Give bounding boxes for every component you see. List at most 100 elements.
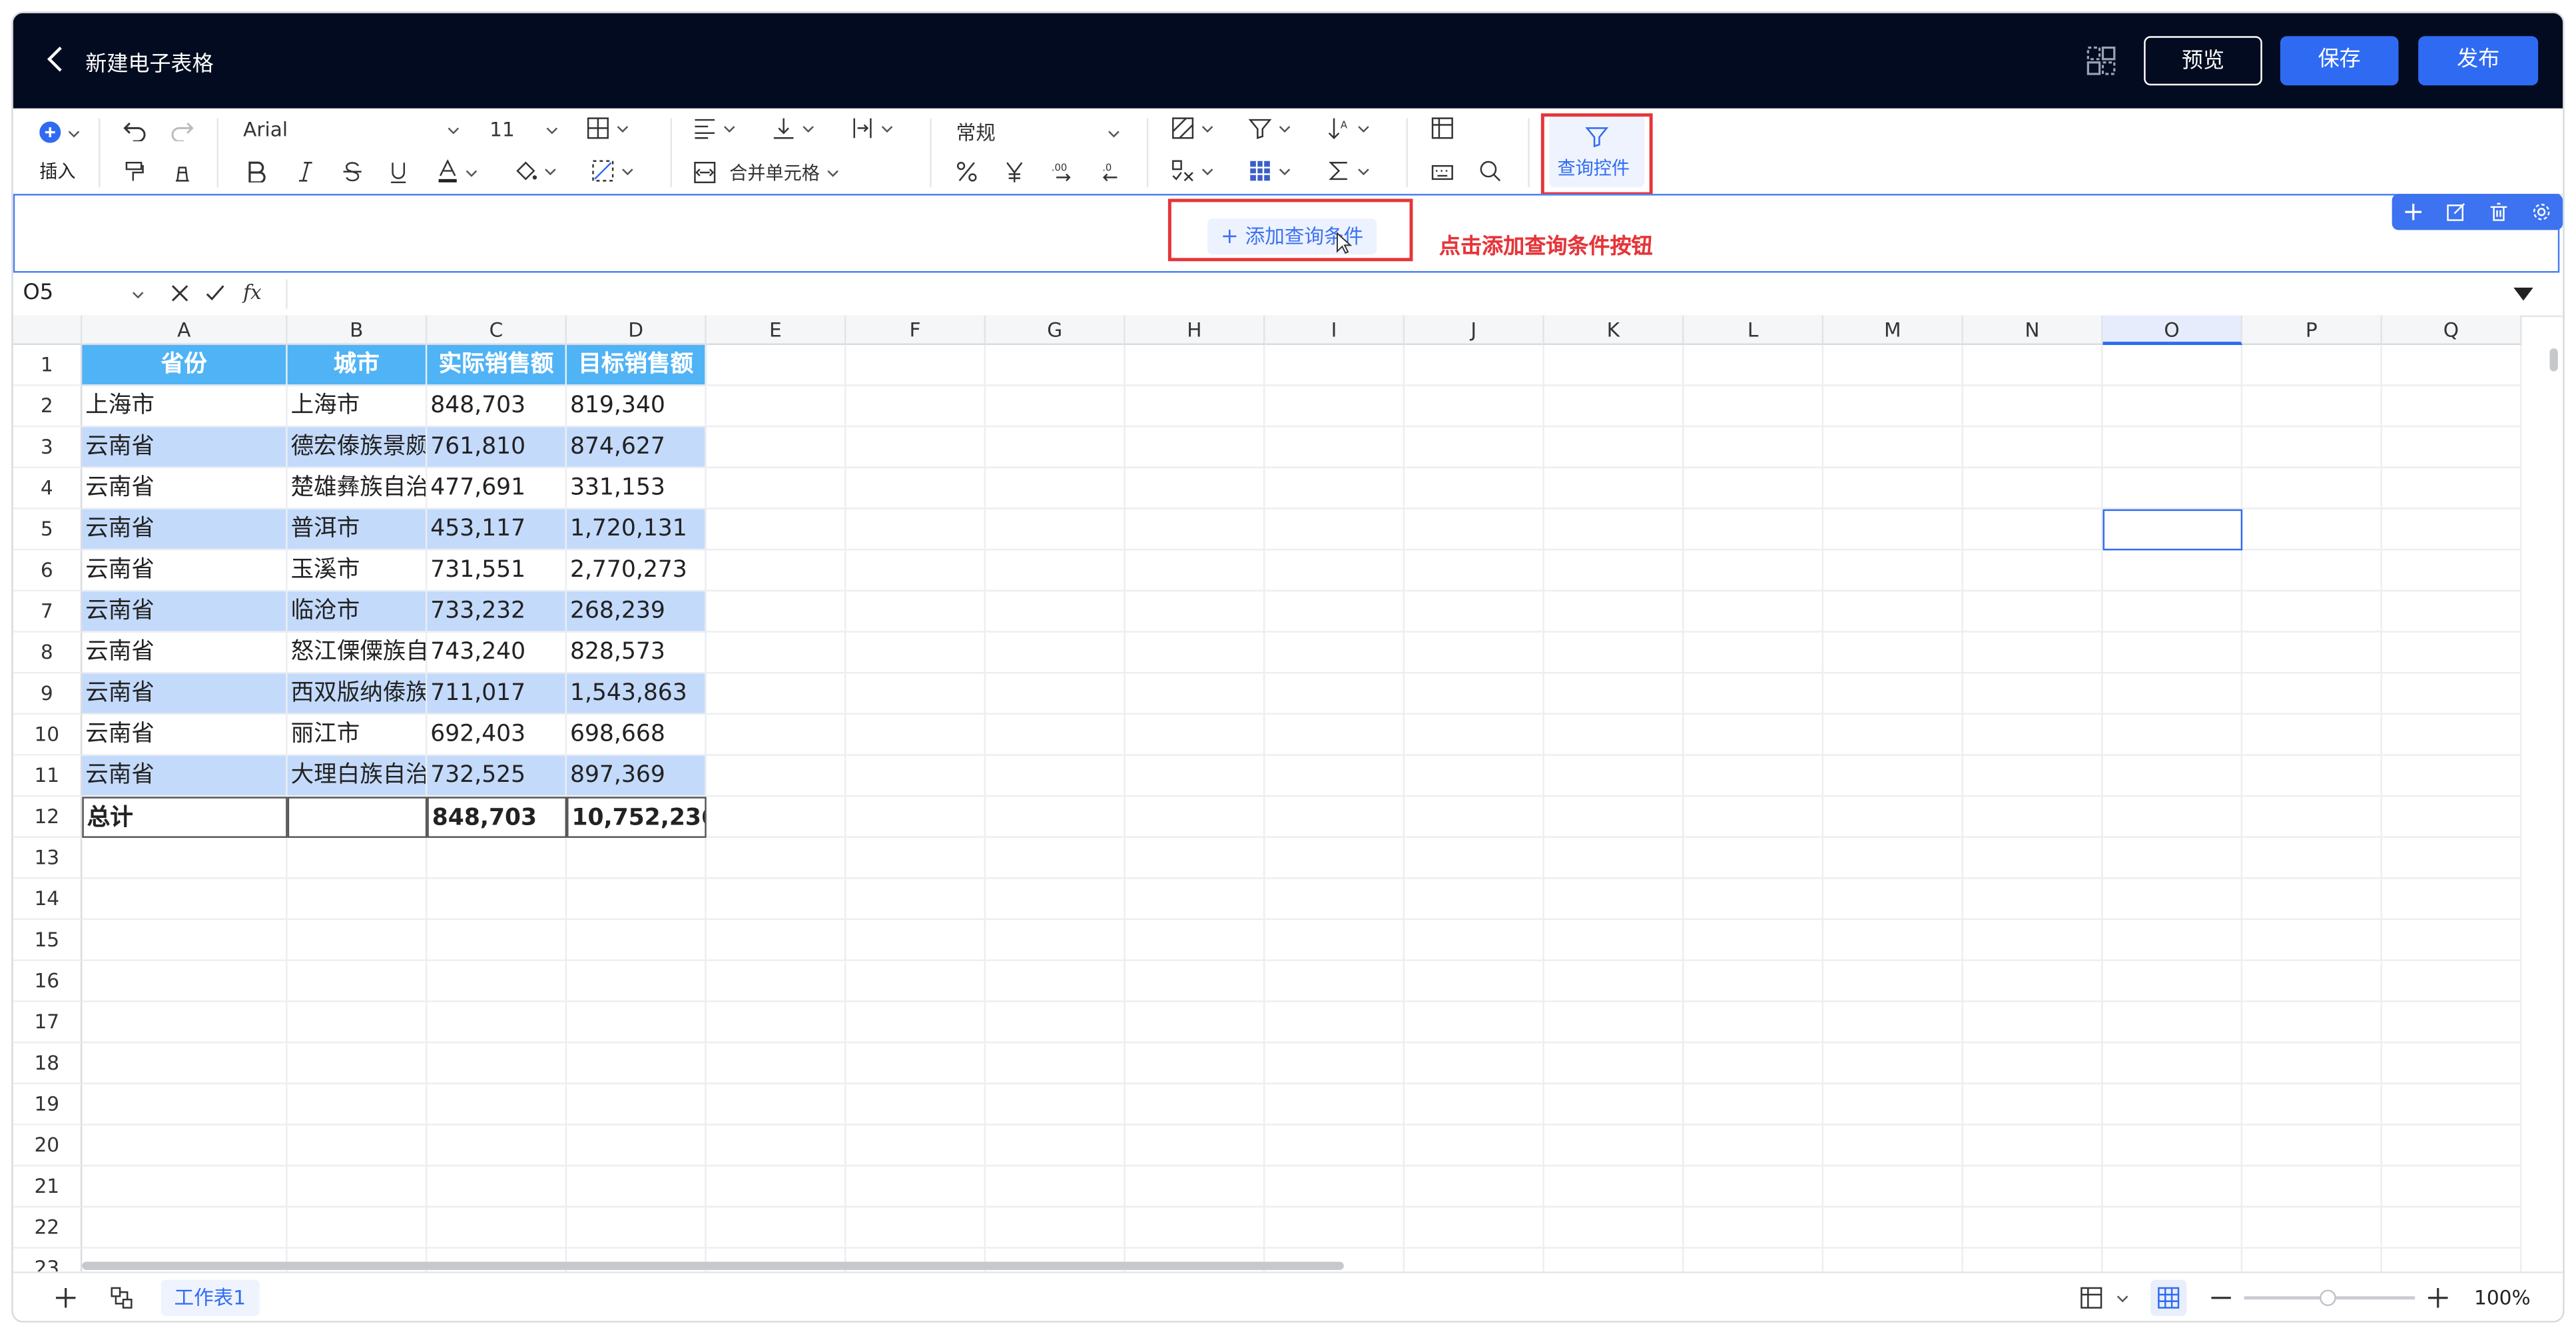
table-cell[interactable]: 698,668 <box>567 715 707 756</box>
grid-cell[interactable] <box>1684 468 1824 509</box>
grid-cell[interactable] <box>2382 1207 2522 1249</box>
grid-cell[interactable] <box>82 1043 288 1085</box>
grid-cell[interactable] <box>846 1084 986 1126</box>
grid-cell[interactable] <box>1125 468 1265 509</box>
grid-cell[interactable] <box>1823 1207 1963 1249</box>
grid-cell[interactable] <box>1684 797 1824 838</box>
keyboard-button[interactable] <box>1431 159 1454 182</box>
grid-cell[interactable] <box>1265 1207 1405 1249</box>
grid-cell[interactable] <box>427 920 567 962</box>
grid-cell[interactable] <box>1823 632 1963 674</box>
grid-cell[interactable] <box>1125 550 1265 592</box>
grid-cell[interactable] <box>1265 427 1405 469</box>
grid-cell[interactable] <box>567 961 707 1002</box>
grid-cell[interactable] <box>986 509 1126 551</box>
grid-cell[interactable] <box>2382 632 2522 674</box>
row-header[interactable]: 1 <box>13 345 83 386</box>
grid-cell[interactable] <box>1125 427 1265 469</box>
grid-cell[interactable] <box>1405 632 1544 674</box>
grid-cell[interactable] <box>1684 550 1824 592</box>
grid-cell[interactable] <box>567 1125 707 1167</box>
grid-cell[interactable] <box>1684 1043 1824 1085</box>
undo-icon[interactable] <box>123 119 147 142</box>
grid-cell[interactable] <box>567 920 707 962</box>
grid-cell[interactable] <box>2242 1084 2382 1126</box>
grid-cell[interactable] <box>706 591 846 633</box>
grid-cell[interactable] <box>2242 386 2382 428</box>
grid-cell[interactable] <box>1684 961 1824 1002</box>
grid-cell[interactable] <box>1125 1084 1265 1126</box>
row-header[interactable]: 4 <box>13 468 83 509</box>
grid-cell[interactable] <box>1684 1084 1824 1126</box>
grid-cell[interactable] <box>82 1002 288 1044</box>
grid-cell[interactable] <box>1125 838 1265 879</box>
grid-cell[interactable] <box>427 838 567 879</box>
grid-cell[interactable] <box>2102 386 2243 428</box>
grid-cell[interactable] <box>1405 509 1544 551</box>
format-painter-icon[interactable] <box>123 161 147 184</box>
grid-cell[interactable] <box>82 838 288 879</box>
grid-cell[interactable] <box>1823 1002 1963 1044</box>
table-cell[interactable]: 大理白族自治州 <box>287 755 428 797</box>
grid-cell[interactable] <box>1684 427 1824 469</box>
grid-cell[interactable] <box>2382 755 2522 797</box>
grid-cell[interactable] <box>427 1166 567 1208</box>
table-cell[interactable]: 普洱市 <box>287 509 428 551</box>
grid-cell[interactable] <box>1265 1166 1405 1208</box>
grid-cell[interactable] <box>2242 920 2382 962</box>
grid-cell[interactable] <box>986 468 1126 509</box>
grid-cell[interactable] <box>986 673 1126 715</box>
total-cell[interactable]: 10,752,236 <box>567 797 707 838</box>
grid-cell[interactable] <box>2102 961 2243 1002</box>
grid-cell[interactable] <box>1823 509 1963 551</box>
grid-cell[interactable] <box>846 386 986 428</box>
grid-cell[interactable] <box>1963 961 2103 1002</box>
grid-cell[interactable] <box>706 1125 846 1167</box>
grid-cell[interactable] <box>2382 1043 2522 1085</box>
grid-cell[interactable] <box>1265 715 1405 756</box>
sheet-tab[interactable]: 工作表1 <box>161 1279 259 1316</box>
grid-cell[interactable] <box>1823 715 1963 756</box>
table-cell[interactable]: 874,627 <box>567 427 707 469</box>
grid-cell[interactable] <box>1684 632 1824 674</box>
grid-cell[interactable] <box>2382 386 2522 428</box>
table-style-button[interactable] <box>1249 159 1291 182</box>
grid-cell[interactable] <box>1823 1248 1963 1272</box>
table-cell[interactable]: 楚雄彝族自治州 <box>287 468 428 509</box>
grid-cell[interactable] <box>567 1084 707 1126</box>
grid-cell[interactable] <box>1544 920 1684 962</box>
grid-cell[interactable] <box>706 920 846 962</box>
grid-cell[interactable] <box>1963 550 2103 592</box>
zoom-slider-handle[interactable] <box>2320 1289 2336 1307</box>
grid-cell[interactable] <box>1684 673 1824 715</box>
grid-cell[interactable] <box>2102 1166 2243 1208</box>
row-header[interactable]: 6 <box>13 550 83 592</box>
grid-cell[interactable] <box>1405 591 1544 633</box>
grid-cell[interactable] <box>1823 1166 1963 1208</box>
chevron-down-icon[interactable] <box>2116 1291 2129 1305</box>
grid-cell[interactable] <box>1544 961 1684 1002</box>
grid-cell[interactable] <box>1125 345 1265 386</box>
grid-cell[interactable] <box>846 345 986 386</box>
grid-cell[interactable] <box>2242 797 2382 838</box>
grid-cell[interactable] <box>82 1207 288 1249</box>
edit-icon[interactable] <box>2446 202 2466 222</box>
back-arrow-icon[interactable] <box>39 43 72 75</box>
freeze-view-icon[interactable] <box>2080 1287 2103 1310</box>
table-cell[interactable]: 云南省 <box>82 509 288 551</box>
grid-cell[interactable] <box>1405 878 1544 920</box>
column-header[interactable]: F <box>846 315 986 346</box>
column-header[interactable]: G <box>986 315 1126 346</box>
merge-cells-button[interactable]: 合并单元格 <box>693 159 840 185</box>
table-cell[interactable]: 临沧市 <box>287 591 428 633</box>
grid-cell[interactable] <box>986 961 1126 1002</box>
font-family-select[interactable]: Arial <box>243 119 460 141</box>
grid-cell[interactable] <box>1125 797 1265 838</box>
grid-cell[interactable] <box>986 1043 1126 1085</box>
table-cell[interactable]: 上海市 <box>82 386 288 428</box>
grid-cell[interactable] <box>287 878 428 920</box>
grid-cell[interactable] <box>2242 1125 2382 1167</box>
grid-cell[interactable] <box>2102 673 2243 715</box>
grid-cell[interactable] <box>986 427 1126 469</box>
data-validation-button[interactable] <box>1171 159 1214 182</box>
